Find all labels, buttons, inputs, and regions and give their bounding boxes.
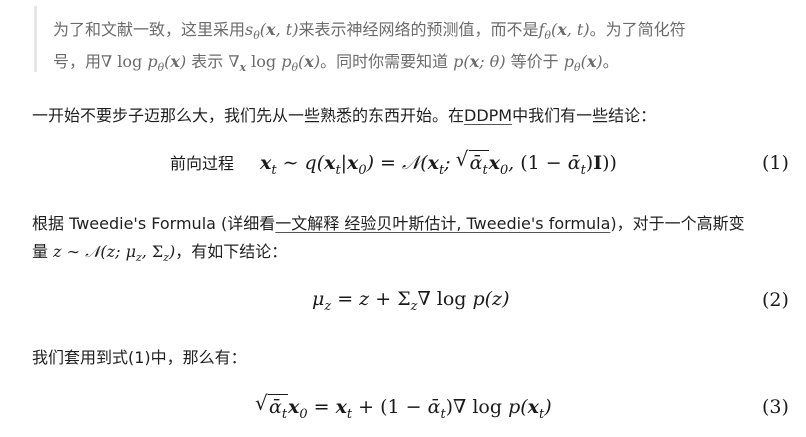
note-text: 为了和文献一致，这里采用 <box>53 20 246 39</box>
p-theta-x-math: pθ(x) <box>563 52 603 75</box>
equation-2-number: (2) <box>762 289 789 311</box>
note-text: 号，用 <box>53 52 102 71</box>
tweedie-paragraph-line-2: 量 z ∼ 𝒩(z; μz, Σz)，有如下结论： <box>32 238 287 264</box>
equation-2: μz = z + Σz∇ log p(z) <box>312 288 510 314</box>
note-text: 。 <box>602 52 619 71</box>
note-text: 等价于 <box>505 52 564 71</box>
tweedie-paragraph-line-1: 根据 Tweedie's Formula (详细看一文解释 经验贝叶斯估计, T… <box>32 210 745 234</box>
note-text: 来表示神经网络的预测值，而不是 <box>298 20 539 39</box>
apply-paragraph: 我们套用到式(1)中，那么有： <box>32 348 247 367</box>
tweedie-text: 量 <box>32 242 54 261</box>
equation-1: 前向过程xt ∼ q(xt|x0) = 𝒩(xt; ᾱtx0, (1 − ᾱt)… <box>170 147 617 178</box>
tweedie-article-link[interactable]: 一文解释 经验贝叶斯估计, Tweedie's formula <box>275 214 610 233</box>
f-theta-math: fθ(x, t) <box>538 20 590 43</box>
p-x-theta-math: p(x; θ) <box>453 52 506 71</box>
equation-1-number: (1) <box>762 152 789 174</box>
score-function-math: sθ(x, t) <box>245 20 299 43</box>
grad-log-p-math: ∇ log pθ(x) <box>101 52 187 75</box>
note-text: 。为了简化符 <box>589 20 686 39</box>
gaussian-variable-math: z ∼ 𝒩(z; μz, Σz) <box>53 242 176 265</box>
tweedie-text-suffix: )，对于一个高斯变 <box>610 214 745 233</box>
grad-x-log-p-math: ∇x log pθ(x) <box>228 52 321 75</box>
note-text: 表示 <box>186 52 229 71</box>
equation-3-number: (3) <box>762 396 789 418</box>
note-line-2: 号，用∇ log pθ(x) 表示 ∇x log pθ(x)。同时你需要知道 p… <box>53 48 619 74</box>
ddpm-link[interactable]: DDPM <box>464 106 512 125</box>
note-blockquote: 为了和文献一致，这里采用sθ(x, t)来表示神经网络的预测值，而不是fθ(x,… <box>34 6 797 74</box>
note-text: 。同时你需要知道 <box>320 52 454 71</box>
intro-text-suffix: 中我们有一些结论： <box>512 106 657 125</box>
tweedie-text-suffix: ，有如下结论： <box>175 242 288 261</box>
intro-text: 一开始不要步子迈那么大，我们先从一些熟悉的东西开始。在 <box>32 106 465 125</box>
equation-1-label: 前向过程 <box>170 154 235 173</box>
intro-paragraph: 一开始不要步子迈那么大，我们先从一些熟悉的东西开始。在DDPM中我们有一些结论： <box>32 102 656 126</box>
equation-3: ᾱtx0 = xt + (1 − ᾱt)∇ log p(xt) <box>255 391 552 422</box>
note-line-1: 为了和文献一致，这里采用sθ(x, t)来表示神经网络的预测值，而不是fθ(x,… <box>53 16 686 42</box>
tweedie-text: 根据 Tweedie's Formula (详细看 <box>32 214 276 233</box>
